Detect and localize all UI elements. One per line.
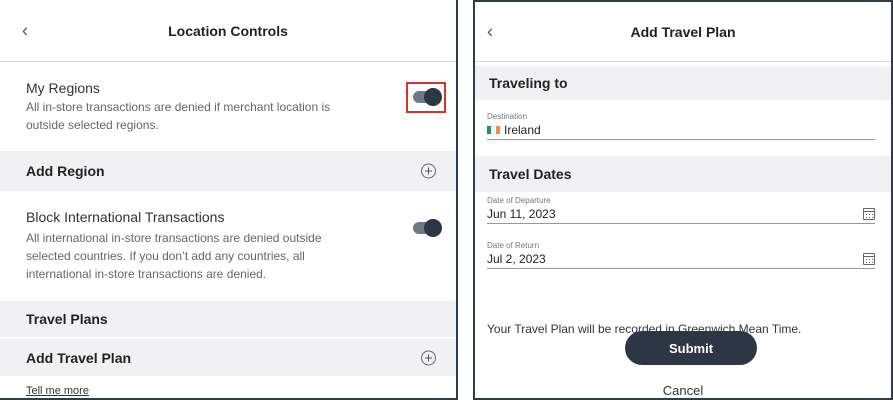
travel-dates-header: Travel Dates xyxy=(475,156,891,192)
submit-button[interactable]: Submit xyxy=(625,331,757,365)
travel-plans-label: Travel Plans xyxy=(26,311,108,327)
chevron-left-icon[interactable]: ‹ xyxy=(487,21,493,42)
toggle-knob xyxy=(424,219,442,237)
plus-circle-icon[interactable] xyxy=(421,163,436,179)
my-regions-row: My Regions All in-store transactions are… xyxy=(0,64,456,150)
cancel-button[interactable]: Cancel xyxy=(475,383,891,398)
add-travel-plan-label: Add Travel Plan xyxy=(26,349,132,366)
departure-date-value: Jun 11, 2023 xyxy=(487,207,556,221)
traveling-to-label: Traveling to xyxy=(489,75,568,91)
add-travel-plan-row[interactable]: Add Travel Plan xyxy=(0,339,456,376)
ireland-flag-icon xyxy=(487,126,500,134)
my-regions-toggle[interactable] xyxy=(413,88,442,106)
return-date-label: Date of Return xyxy=(487,241,540,250)
add-travel-plan-header: ‹ Add Travel Plan xyxy=(475,2,891,62)
location-controls-header: ‹ Location Controls xyxy=(0,0,456,62)
block-international-toggle[interactable] xyxy=(413,219,442,237)
travel-dates-label: Travel Dates xyxy=(489,166,572,182)
calendar-icon[interactable] xyxy=(863,253,875,265)
toggle-knob xyxy=(424,88,442,106)
location-controls-panel: ‹ Location Controls My Regions All in-st… xyxy=(0,0,458,400)
block-international-description: All international in-store transactions … xyxy=(26,231,322,281)
travel-plans-header: Travel Plans xyxy=(0,301,456,338)
destination-value: Ireland xyxy=(504,123,541,137)
page-title: Add Travel Plan xyxy=(630,23,736,40)
departure-date-field[interactable]: Date of Departure Jun 11, 2023 xyxy=(487,196,875,224)
traveling-to-header: Traveling to xyxy=(475,66,891,100)
my-regions-description: All in-store transactions are denied if … xyxy=(26,100,331,132)
block-international-row: Block International Transactions All int… xyxy=(0,197,456,295)
destination-field[interactable]: Destination Ireland xyxy=(487,112,875,140)
block-international-label: Block International Transactions xyxy=(26,209,225,225)
add-region-label: Add Region xyxy=(26,163,105,179)
add-region-row[interactable]: Add Region xyxy=(0,151,456,191)
calendar-icon[interactable] xyxy=(863,208,875,220)
add-travel-plan-panel: ‹ Add Travel Plan Traveling to Destinati… xyxy=(473,0,893,400)
plus-circle-icon[interactable] xyxy=(421,350,436,365)
page-title: Location Controls xyxy=(168,22,288,39)
destination-label: Destination xyxy=(487,112,528,121)
departure-date-label: Date of Departure xyxy=(487,196,551,205)
return-date-field[interactable]: Date of Return Jul 2, 2023 xyxy=(487,241,875,269)
chevron-left-icon[interactable]: ‹ xyxy=(22,20,28,41)
tell-me-more-link[interactable]: Tell me more xyxy=(26,385,89,397)
return-date-value: Jul 2, 2023 xyxy=(487,252,546,266)
my-regions-label: My Regions xyxy=(26,80,100,96)
